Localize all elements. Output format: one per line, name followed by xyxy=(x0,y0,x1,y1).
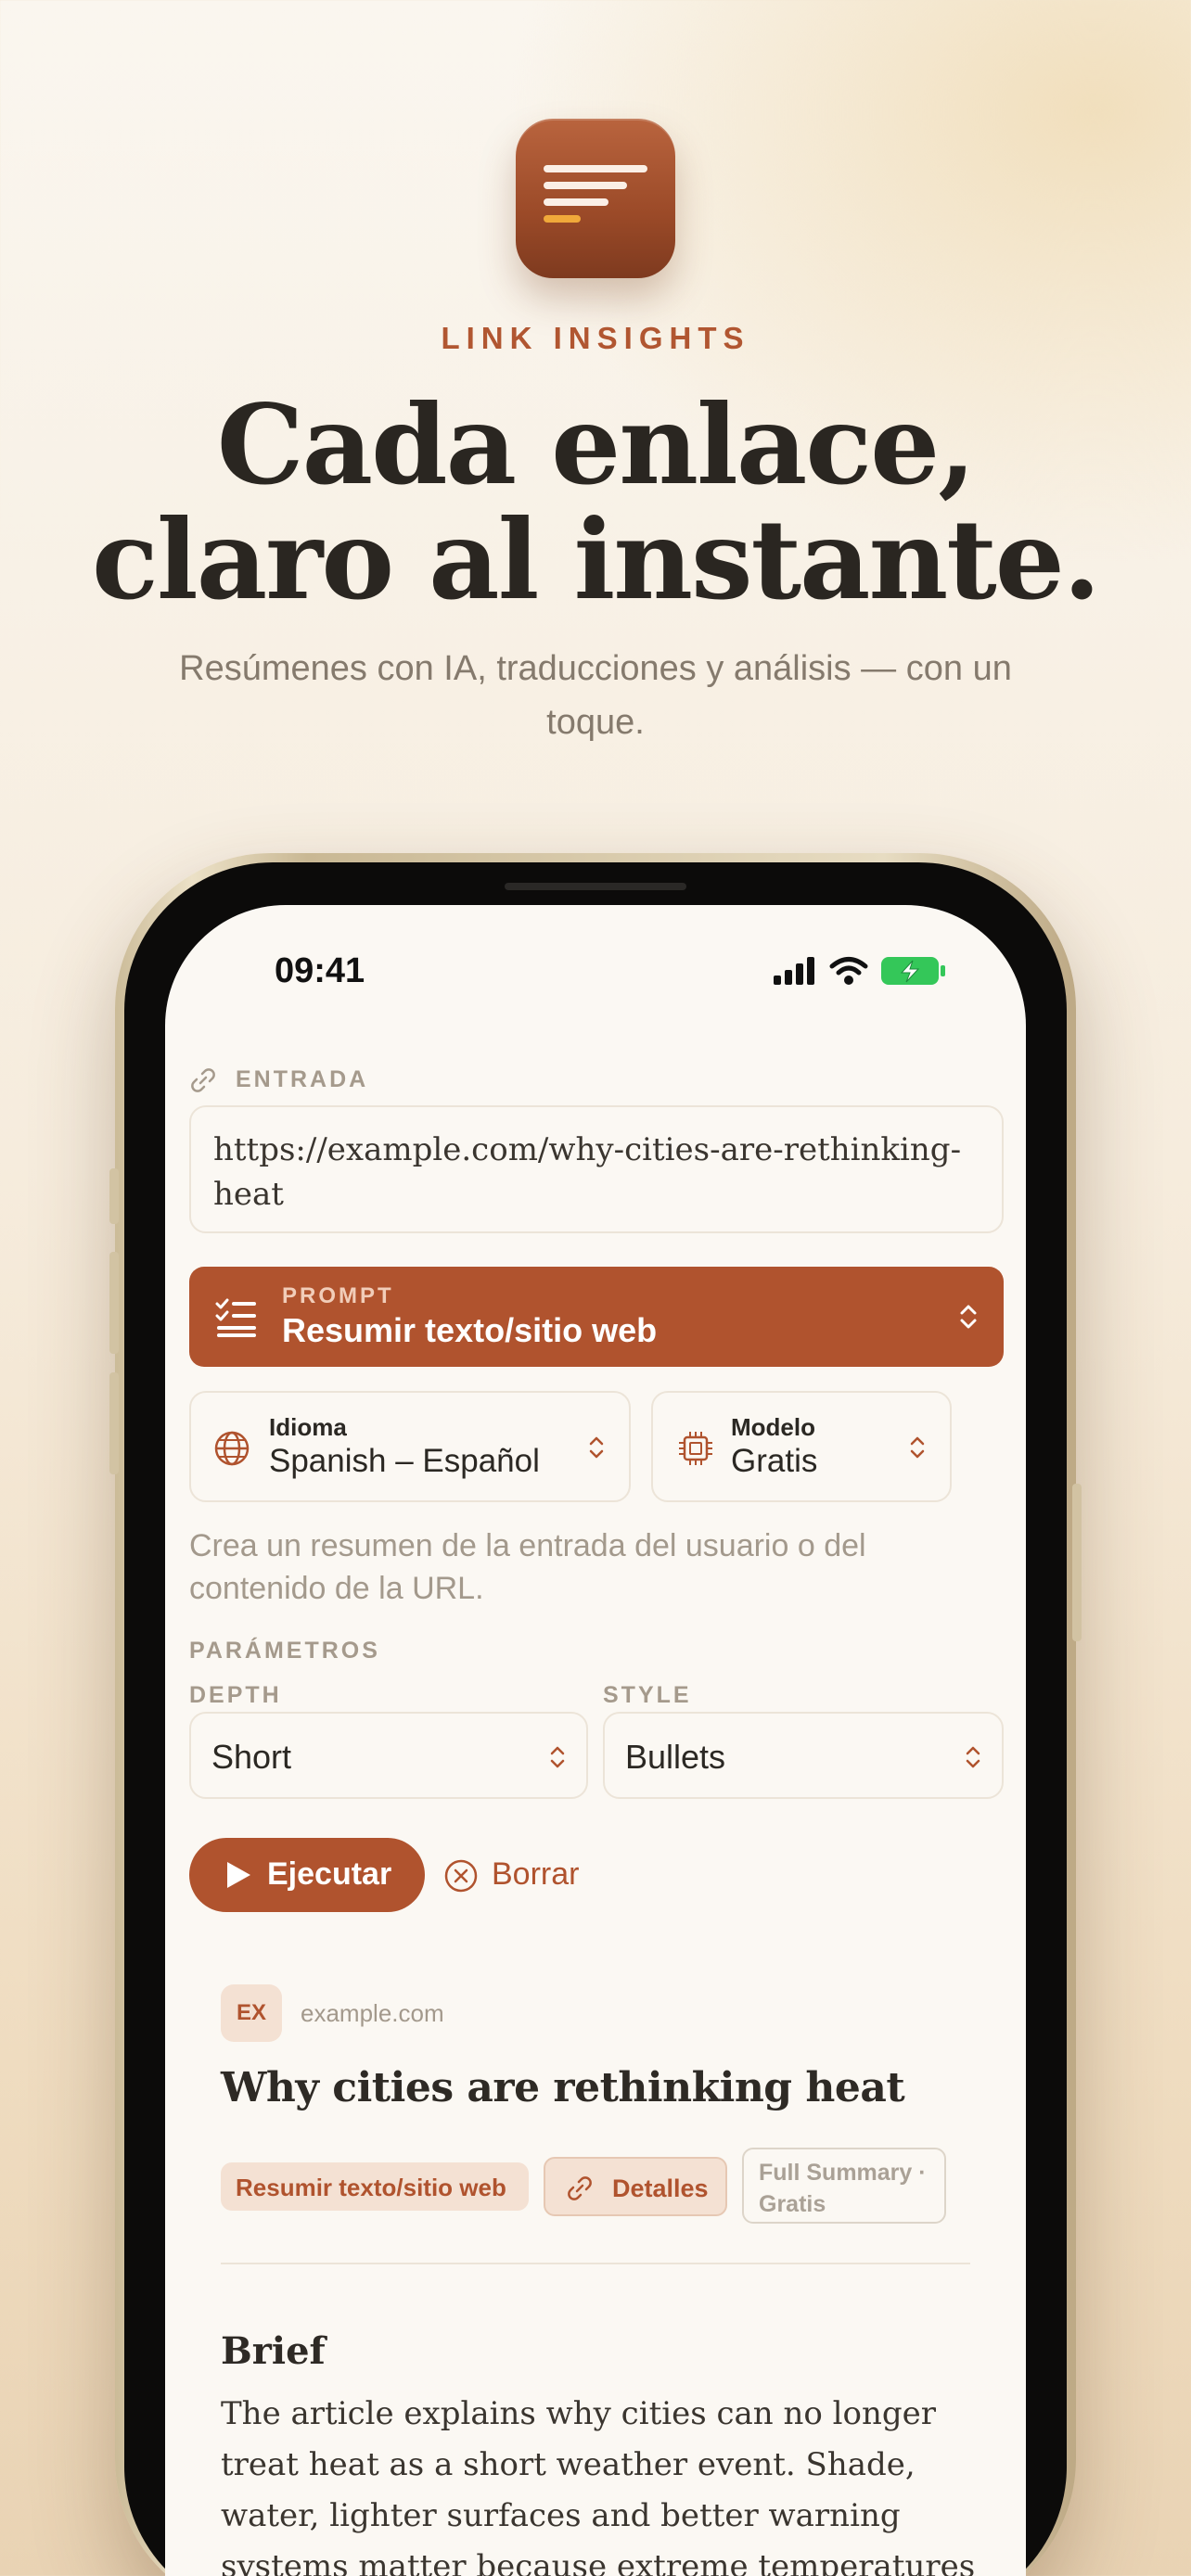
style-label: STYLE xyxy=(603,1682,692,1708)
result-title: Why cities are rethinking heat xyxy=(221,2064,905,2111)
depth-label: DEPTH xyxy=(189,1682,282,1708)
language-picker-title: Idioma xyxy=(269,1413,347,1441)
details-chip[interactable]: Detalles xyxy=(544,2157,727,2216)
chevron-up-down-icon xyxy=(960,1305,977,1329)
phone-bezel: 09:41 ENTRADA https://example.com/why-ci… xyxy=(124,862,1067,2576)
clear-button-label: Borrar xyxy=(492,1856,580,1892)
signal-icon xyxy=(774,957,814,985)
brand-name: LINK INSIGHTS xyxy=(441,321,750,355)
prompt-value: Resumir texto/sitio web xyxy=(282,1311,658,1349)
phone-side-button xyxy=(109,1168,119,1224)
link-icon xyxy=(191,1068,215,1092)
prompt-kicker: PROMPT xyxy=(282,1283,394,1308)
model-picker-value: Gratis xyxy=(731,1443,818,1479)
depth-select[interactable]: Short xyxy=(189,1712,588,1799)
chevron-up-down-icon xyxy=(910,1436,925,1459)
headline-line-1: Cada enlace, xyxy=(216,380,977,509)
lines-logo-icon xyxy=(544,165,647,223)
battery-charging-icon xyxy=(881,957,945,985)
phone-power-button xyxy=(1072,1484,1082,1641)
chevron-up-down-icon xyxy=(550,1746,565,1768)
status-time: 09:41 xyxy=(275,951,365,990)
result-domain[interactable]: example.com xyxy=(301,1999,444,2028)
url-input[interactable]: https://example.com/why-cities-are-rethi… xyxy=(189,1105,1004,1233)
site-favicon: EX xyxy=(221,1984,282,2042)
prompt-chip-label: Resumir texto/sitio web xyxy=(236,2174,506,2201)
prompt-selector[interactable]: PROMPT Resumir texto/sitio web xyxy=(189,1267,1004,1367)
divider xyxy=(221,2263,970,2264)
status-icons xyxy=(774,955,946,987)
checklist-icon xyxy=(215,1298,256,1337)
language-picker[interactable]: Idioma Spanish – Español xyxy=(189,1391,631,1502)
app-screen: 09:41 ENTRADA https://example.com/why-ci… xyxy=(165,905,1026,2576)
phone-volume-up xyxy=(109,1252,119,1354)
input-section-label: ENTRADA xyxy=(236,1066,369,1092)
globe-icon xyxy=(214,1431,250,1466)
cpu-chip-icon xyxy=(679,1432,712,1465)
prompt-description: Crea un resumen de la entrada del usuari… xyxy=(189,1528,866,1606)
language-picker-value: Spanish – Español xyxy=(269,1443,540,1479)
style-value: Bullets xyxy=(625,1738,726,1776)
run-button[interactable]: Ejecutar xyxy=(189,1838,425,1912)
headline-line-2: claro al instante. xyxy=(92,495,1101,624)
style-select[interactable]: Bullets xyxy=(603,1712,1004,1799)
speaker-grille xyxy=(505,883,686,890)
clear-circle-icon xyxy=(444,1859,478,1893)
depth-value: Short xyxy=(211,1738,292,1776)
chevron-up-down-icon xyxy=(966,1746,980,1768)
chevron-up-down-icon xyxy=(589,1436,604,1459)
link-icon xyxy=(568,2176,592,2200)
subheadline: Resúmenes con IA, traducciones y análisi… xyxy=(179,649,1012,742)
wifi-icon xyxy=(829,957,868,985)
model-picker-title: Modelo xyxy=(731,1413,815,1441)
phone-frame: 09:41 ENTRADA https://example.com/why-ci… xyxy=(109,853,1082,2576)
model-chip-label: Full Summary · Gratis xyxy=(759,2160,927,2217)
brief-heading: Brief xyxy=(221,2329,326,2373)
phone-volume-down xyxy=(109,1372,119,1474)
headline: Cada enlace, claro al instante. xyxy=(0,388,1191,618)
model-picker[interactable]: Modelo Gratis xyxy=(651,1391,952,1502)
run-button-label: Ejecutar xyxy=(267,1856,392,1892)
model-chip: Full Summary · Gratis xyxy=(742,2148,946,2224)
prompt-chip: Resumir texto/sitio web xyxy=(221,2162,529,2211)
play-icon xyxy=(227,1862,250,1888)
params-label: PARÁMETROS xyxy=(189,1638,380,1664)
brief-body: The article explains why cities can no l… xyxy=(221,2395,976,2576)
clear-button[interactable]: Borrar xyxy=(440,1838,607,1912)
details-chip-label: Detalles xyxy=(612,2174,709,2202)
app-icon xyxy=(516,119,675,278)
